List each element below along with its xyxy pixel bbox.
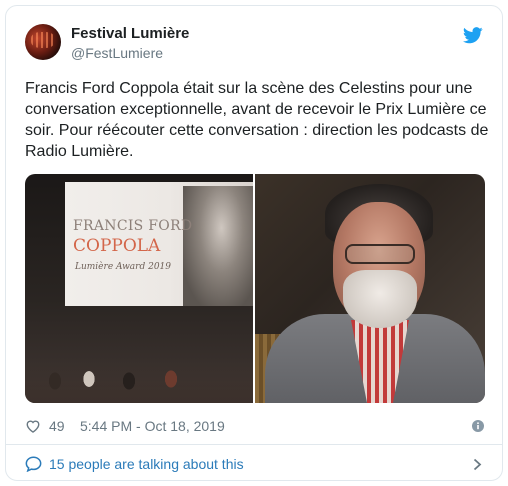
conversation-link[interactable]: 15 people are talking about this xyxy=(25,453,486,475)
tweet-text: Francis Ford Coppola était sur la scène … xyxy=(25,80,489,160)
tweet-card: Festival Lumière @FestLumiere Francis Fo… xyxy=(5,5,503,481)
like-count[interactable]: 49 xyxy=(49,418,65,434)
stage-photo[interactable]: FRANCIS FORD COPPOLA Lumière Award 2019 xyxy=(25,174,253,403)
avatar[interactable] xyxy=(25,24,61,60)
glasses xyxy=(345,244,415,264)
screen-title-line3: Lumière Award 2019 xyxy=(75,262,171,272)
talking-about-text[interactable]: 15 people are talking about this xyxy=(49,456,244,472)
user-handle[interactable]: @FestLumiere xyxy=(71,45,163,61)
screen-portrait xyxy=(183,186,253,306)
portrait-photo[interactable] xyxy=(255,174,485,403)
beard xyxy=(343,270,417,328)
stage-people xyxy=(25,363,253,403)
speech-bubble-icon xyxy=(25,456,42,472)
screen-title-line2: COPPOLA xyxy=(73,236,161,256)
tweet-header: Festival Lumière @FestLumiere xyxy=(25,22,486,66)
twitter-bird-icon[interactable] xyxy=(463,27,483,44)
display-name[interactable]: Festival Lumière xyxy=(71,25,189,42)
heart-icon[interactable] xyxy=(25,419,41,433)
divider xyxy=(6,444,502,445)
tweet-media[interactable]: FRANCIS FORD COPPOLA Lumière Award 2019 xyxy=(25,174,485,403)
timestamp[interactable]: 5:44 PM - Oct 18, 2019 xyxy=(80,418,225,434)
info-icon[interactable] xyxy=(472,420,484,432)
tweet-meta: 49 5:44 PM - Oct 18, 2019 xyxy=(25,416,486,436)
screen-title-line1: FRANCIS FORD xyxy=(73,218,193,234)
chevron-right-icon[interactable] xyxy=(473,458,482,471)
projection-screen: FRANCIS FORD COPPOLA Lumière Award 2019 xyxy=(65,182,253,306)
